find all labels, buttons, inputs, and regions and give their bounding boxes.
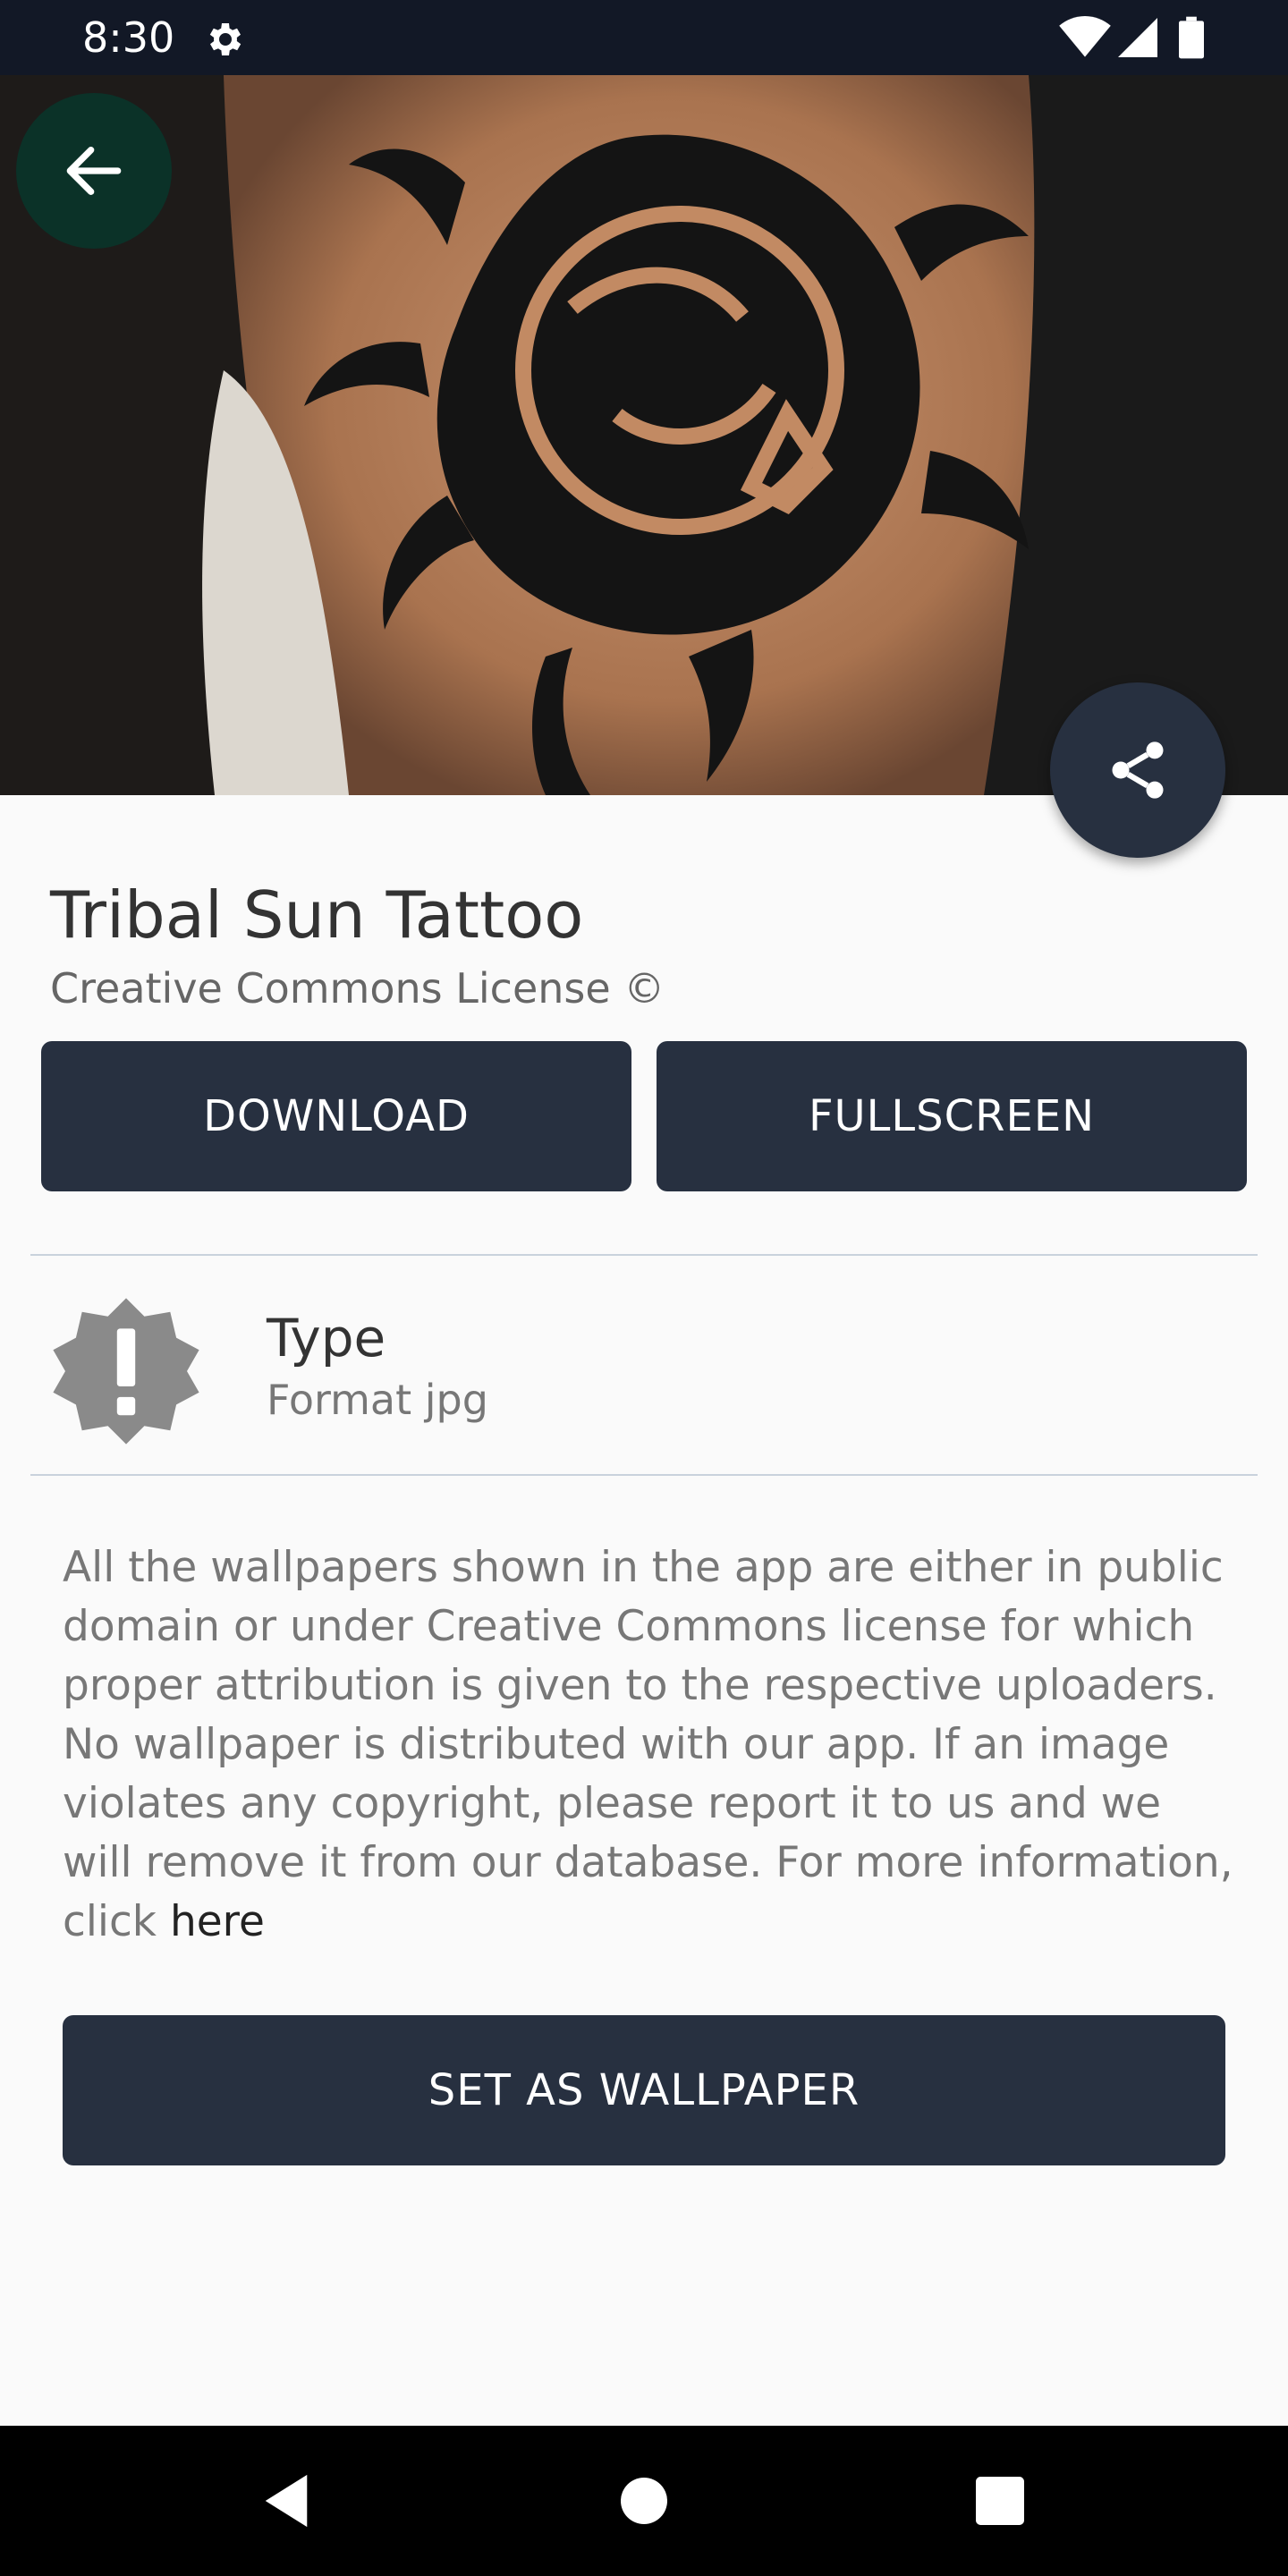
wallpaper-image[interactable] xyxy=(0,75,1288,795)
disclaimer-body: All the wallpapers shown in the app are … xyxy=(63,1543,1233,1946)
share-button[interactable] xyxy=(1050,682,1225,858)
divider xyxy=(30,1254,1258,1256)
nav-back-button[interactable] xyxy=(233,2426,340,2576)
more-info-link[interactable]: here xyxy=(170,1897,265,1946)
alert-badge-icon xyxy=(53,1298,199,1445)
license-label: Creative Commons License © xyxy=(50,964,665,1013)
download-button[interactable]: DOWNLOAD xyxy=(41,1041,631,1191)
navigation-bar xyxy=(0,2426,1288,2576)
status-time: 8:30 xyxy=(82,13,175,62)
tattoo-image xyxy=(0,75,1288,795)
disclaimer-text: All the wallpapers shown in the app are … xyxy=(63,1538,1243,1952)
arrow-left-icon xyxy=(66,147,122,195)
info-title: Type xyxy=(267,1308,386,1368)
divider xyxy=(30,1474,1258,1476)
fullscreen-button[interactable]: FULLSCREEN xyxy=(657,1041,1247,1191)
status-bar: 8:30 xyxy=(0,0,1288,75)
nav-recents-icon xyxy=(976,2477,1024,2525)
battery-icon xyxy=(1179,16,1204,59)
nav-back-icon xyxy=(265,2474,308,2528)
wallpaper-title: Tribal Sun Tattoo xyxy=(50,877,584,953)
back-button[interactable] xyxy=(16,93,172,249)
settings-gear-icon xyxy=(209,23,242,55)
share-icon xyxy=(1112,741,1164,799)
wifi-icon xyxy=(1059,16,1111,57)
info-subtitle: Format jpg xyxy=(267,1376,488,1424)
nav-home-button[interactable] xyxy=(590,2426,698,2576)
set-wallpaper-button[interactable]: SET AS WALLPAPER xyxy=(63,2015,1225,2165)
nav-recents-button[interactable] xyxy=(946,2426,1054,2576)
cellular-signal-icon xyxy=(1118,18,1157,57)
nav-home-icon xyxy=(621,2478,667,2524)
